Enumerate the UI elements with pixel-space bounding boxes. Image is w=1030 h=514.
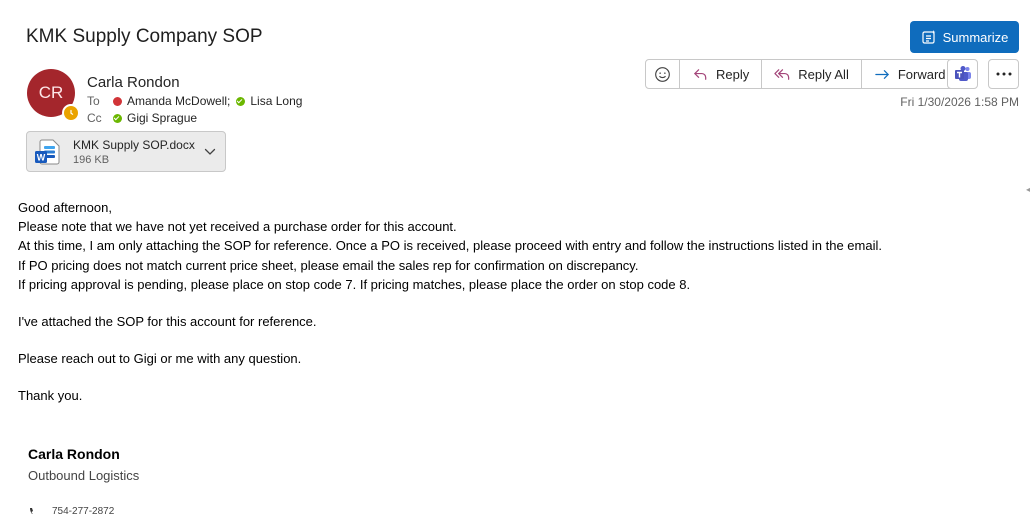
- chevron-down-icon: [204, 148, 216, 155]
- summarize-button[interactable]: Summarize: [910, 21, 1019, 53]
- avatar-initials: CR: [38, 83, 64, 102]
- cc-recipients: Cc Gigi Sprague: [87, 111, 197, 125]
- body-line: Please note that we have not yet receive…: [18, 219, 457, 235]
- cc-label: Cc: [87, 111, 102, 125]
- presence-available-icon: [113, 113, 122, 123]
- body-line: Good afternoon,: [18, 200, 112, 215]
- svg-text:W: W: [37, 152, 46, 162]
- teams-icon: [954, 66, 971, 81]
- attachment-card[interactable]: W KMK Supply SOP.docx 196 KB: [26, 131, 226, 172]
- more-actions-button[interactable]: [988, 59, 1019, 89]
- more-icon: [996, 72, 1011, 76]
- recipient-name[interactable]: Lisa Long: [250, 94, 302, 108]
- reply-all-icon: [774, 68, 790, 80]
- attachment-menu-button[interactable]: [199, 148, 221, 156]
- signature-phone[interactable]: 754-277-2872: [52, 506, 114, 514]
- recipient-name[interactable]: Amanda McDowell;: [127, 94, 230, 108]
- reply-all-label: Reply All: [798, 66, 849, 82]
- body-line: Thank you.: [18, 388, 83, 404]
- forward-icon: [875, 69, 889, 79]
- presence-away-icon: [62, 104, 80, 122]
- summarize-icon: [922, 30, 936, 44]
- body-line: At this time, I am only attaching the SO…: [18, 238, 882, 254]
- sent-date: Fri 1/30/2026 1:58 PM: [900, 95, 1019, 109]
- reply-label: Reply: [716, 66, 750, 82]
- recipient-name[interactable]: Gigi Sprague: [127, 111, 197, 125]
- forward-button[interactable]: Forward: [860, 60, 958, 88]
- forward-label: Forward: [897, 66, 946, 82]
- message-actions: Reply Reply All Forward: [645, 59, 959, 89]
- body-line: Please reach out to Gigi or me with any …: [18, 351, 302, 367]
- smiley-icon: [655, 66, 670, 82]
- summarize-label: Summarize: [942, 29, 1009, 45]
- body-line: If PO pricing does not match current pri…: [18, 257, 639, 273]
- email-reading-pane: KMK Supply Company SOP Summarize Reply R…: [0, 0, 1030, 514]
- emoji-reaction-button[interactable]: [646, 60, 679, 88]
- word-doc-icon: W: [32, 137, 62, 167]
- sender-name[interactable]: Carla Rondon: [87, 74, 180, 91]
- phone-icon: [30, 508, 36, 514]
- signature-name: Carla Rondon: [28, 446, 120, 462]
- to-label: To: [87, 94, 100, 108]
- presence-busy-icon: [113, 96, 122, 106]
- presence-available-icon: [236, 96, 246, 106]
- email-body: Good afternoon, Please note that we have…: [18, 198, 882, 406]
- attachment-size: 196 KB: [73, 153, 110, 166]
- email-subject: KMK Supply Company SOP: [26, 26, 263, 47]
- teams-chat-button[interactable]: [947, 59, 978, 89]
- reply-all-button[interactable]: Reply All: [761, 60, 861, 88]
- attachment-filename: KMK Supply SOP.docx: [73, 137, 195, 152]
- reply-icon: [694, 68, 707, 80]
- body-line: I've attached the SOP for this account f…: [18, 314, 317, 330]
- scrollbar-arrow-icon[interactable]: ◂: [1026, 185, 1030, 195]
- to-recipients: To Amanda McDowell; Lisa Long: [87, 94, 302, 108]
- body-line: If pricing approval is pending, please p…: [18, 276, 691, 292]
- reply-button[interactable]: Reply: [679, 60, 761, 88]
- signature-title: Outbound Logistics: [28, 468, 140, 483]
